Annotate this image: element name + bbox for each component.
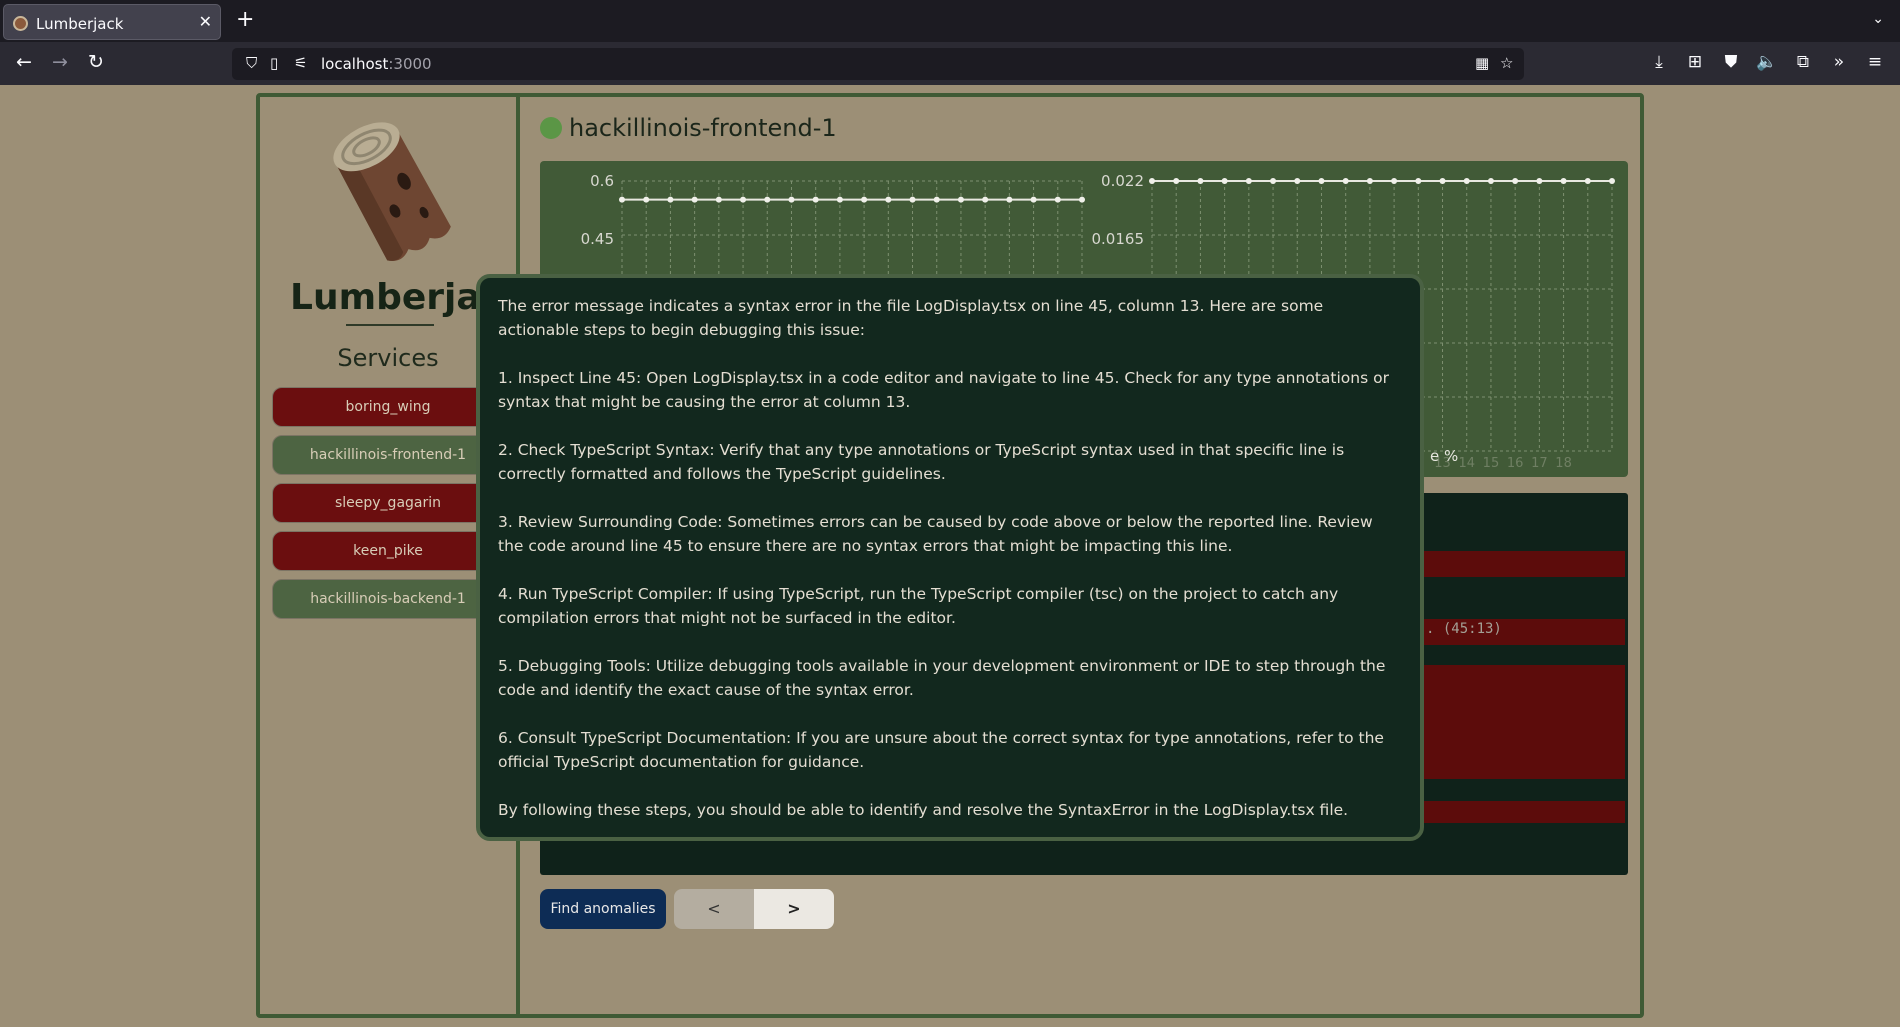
chart-data-point xyxy=(1054,196,1061,203)
chart-data-point xyxy=(885,196,892,203)
overflow-chevrons-icon[interactable]: » xyxy=(1828,52,1850,72)
popup-paragraph: 3. Review Surrounding Code: Sometimes er… xyxy=(498,513,1373,555)
chart-data-point xyxy=(740,196,747,203)
extensions-grid-icon[interactable]: ⊞ xyxy=(1684,52,1706,72)
service-status-dot xyxy=(540,117,562,139)
chart-data-point xyxy=(1536,178,1543,184)
chart-data-point xyxy=(691,196,698,203)
previous-page-button[interactable]: < xyxy=(674,889,754,929)
log-pager: < > xyxy=(674,889,834,929)
popup-paragraph: 5. Debugging Tools: Utilize debugging to… xyxy=(498,657,1386,699)
chart-data-point xyxy=(715,196,722,203)
chart-data-point xyxy=(812,196,819,203)
chart-x-tick-label: 18 xyxy=(1555,456,1572,471)
browser-nav-bar: ← → ↻ ⛉ ▯ ⚟ localhost:3000 ▦ ☆ ⤓ ⊞ ⛊ 🔈 ⧉… xyxy=(0,42,1900,85)
bookmark-star-icon[interactable]: ☆ xyxy=(1500,54,1513,72)
service-button-boring-wing[interactable]: boring_wing xyxy=(272,387,504,427)
chart-data-point xyxy=(861,196,868,203)
browser-tab-bar: Lumberjack ✕ + ⌄ xyxy=(0,0,1900,42)
chart-x-tick-label: 14 xyxy=(1458,456,1475,471)
chart-data-point xyxy=(1487,178,1494,184)
speaker-icon[interactable]: 🔈 xyxy=(1756,52,1778,72)
chart-data-point xyxy=(1149,178,1155,184)
chart-data-point xyxy=(788,196,795,203)
permissions-icon[interactable]: ⚟ xyxy=(294,54,307,72)
service-button-hackillinois-frontend-1[interactable]: hackillinois-frontend-1 xyxy=(272,435,504,475)
chart-data-point xyxy=(1318,178,1325,184)
chart-x-tick-label: 15 xyxy=(1483,456,1500,471)
chart-axis-label-fragment: e % xyxy=(1430,447,1459,465)
log-error-location: . (45:13) xyxy=(1426,621,1502,637)
service-button-sleepy-gagarin[interactable]: sleepy_gagarin xyxy=(272,483,504,523)
find-anomalies-button[interactable]: Find anomalies xyxy=(540,889,666,929)
tab-title: Lumberjack xyxy=(36,15,124,33)
brand-divider xyxy=(346,324,434,326)
lumberjack-log-logo-icon xyxy=(333,122,451,261)
next-page-button[interactable]: > xyxy=(754,889,834,929)
service-title: hackillinois-frontend-1 xyxy=(569,114,837,142)
shield-icon[interactable]: ⛉ xyxy=(246,54,257,72)
popup-paragraph: 4. Run TypeScript Compiler: If using Typ… xyxy=(498,585,1339,627)
popup-paragraph: 6. Consult TypeScript Documentation: If … xyxy=(498,729,1384,771)
popup-paragraph: 1. Inspect Line 45: Open LogDisplay.tsx … xyxy=(498,369,1389,411)
chart-y-tick-label: 0.022 xyxy=(1101,172,1144,190)
chart-data-point xyxy=(1415,178,1422,184)
chart-data-point xyxy=(1366,178,1373,184)
chart-y-tick-label: 0.0165 xyxy=(1092,230,1145,248)
service-button-hackillinois-backend-1[interactable]: hackillinois-backend-1 xyxy=(272,579,504,619)
tab-list-chevron-icon[interactable]: ⌄ xyxy=(1872,11,1884,27)
chart-data-point xyxy=(1245,178,1252,184)
chart-data-point xyxy=(909,196,916,203)
chart-data-point xyxy=(1270,178,1277,184)
service-button-keen-pike[interactable]: keen_pike xyxy=(272,531,504,571)
browser-tab[interactable]: Lumberjack ✕ xyxy=(3,4,221,40)
chart-data-point xyxy=(1079,196,1085,203)
chart-y-tick-label: 0.45 xyxy=(581,230,614,248)
popup-paragraph: The error message indicates a syntax err… xyxy=(498,297,1324,339)
popup-paragraph: 2. Check TypeScript Syntax: Verify that … xyxy=(498,441,1345,483)
chart-data-point xyxy=(1173,178,1180,184)
chart-data-point xyxy=(764,196,771,203)
chart-data-point xyxy=(836,196,843,203)
url-bar[interactable]: ⛉ ▯ ⚟ localhost:3000 ▦ ☆ xyxy=(232,48,1524,80)
chart-data-point xyxy=(1391,178,1398,184)
page-icon[interactable]: ▯ xyxy=(270,54,278,72)
hamburger-menu-icon[interactable]: ≡ xyxy=(1864,52,1886,72)
close-tab-icon[interactable]: ✕ xyxy=(199,12,212,31)
chart-data-point xyxy=(1197,178,1204,184)
chart-data-point xyxy=(1609,178,1615,184)
ublock-shield-icon[interactable]: ⛊ xyxy=(1720,52,1742,72)
lumberjack-favicon-icon xyxy=(13,16,28,31)
puzzle-extensions-icon[interactable]: ⧉ xyxy=(1792,52,1814,72)
chart-data-point xyxy=(1584,178,1591,184)
chart-data-point xyxy=(1560,178,1567,184)
chart-data-point xyxy=(1294,178,1301,184)
new-tab-icon[interactable]: + xyxy=(236,9,254,31)
chart-data-point xyxy=(1006,196,1013,203)
chart-data-point xyxy=(1221,178,1228,184)
chart-data-point xyxy=(1512,178,1519,184)
chart-data-point xyxy=(982,196,989,203)
chart-data-point xyxy=(1439,178,1446,184)
chart-data-point xyxy=(1463,178,1470,184)
chart-data-point xyxy=(933,196,940,203)
chart-data-point xyxy=(619,196,625,203)
qr-code-icon[interactable]: ▦ xyxy=(1475,54,1489,72)
forward-icon[interactable]: → xyxy=(48,51,72,73)
chart-data-point xyxy=(1342,178,1349,184)
chart-data-point xyxy=(1030,196,1037,203)
chart-data-point xyxy=(957,196,964,203)
downloads-icon[interactable]: ⤓ xyxy=(1648,52,1670,72)
chart-data-point xyxy=(643,196,650,203)
ai-debug-suggestion-popup: The error message indicates a syntax err… xyxy=(476,274,1424,841)
chart-x-tick-label: 17 xyxy=(1531,456,1548,471)
chart-data-point xyxy=(667,196,674,203)
popup-paragraph: By following these steps, you should be … xyxy=(498,801,1349,819)
back-icon[interactable]: ← xyxy=(12,51,36,73)
chart-x-tick-label: 16 xyxy=(1507,456,1524,471)
reload-icon[interactable]: ↻ xyxy=(84,51,108,73)
url-text[interactable]: localhost:3000 xyxy=(321,55,432,73)
chart-y-tick-label: 0.6 xyxy=(590,172,614,190)
